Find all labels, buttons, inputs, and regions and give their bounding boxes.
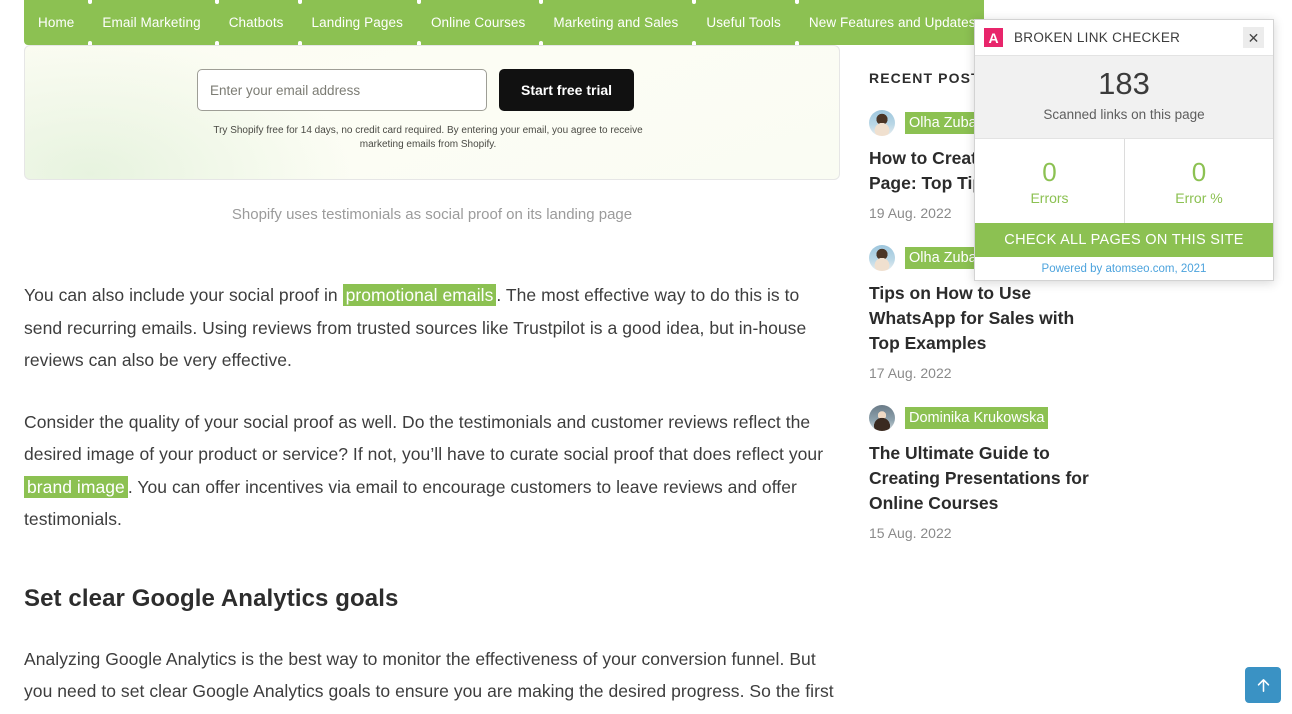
scanned-links-count: 183 (1098, 66, 1150, 101)
broken-link-checker-popup: A BROKEN LINK CHECKER ✕ 183 Scanned link… (974, 19, 1274, 281)
nav-item-useful-tools[interactable]: Useful Tools (692, 0, 795, 45)
scroll-to-top-button[interactable] (1245, 667, 1281, 703)
post-date: 17 Aug. 2022 (869, 365, 952, 381)
arrow-up-icon (1257, 678, 1269, 692)
nav-item-email-marketing[interactable]: Email Marketing (88, 0, 214, 45)
avatar (869, 245, 895, 271)
post-title-link[interactable]: The Ultimate Guide to Creating Presentat… (869, 441, 1109, 516)
stat-label: Error % (1175, 189, 1223, 206)
list-item: Dominika Krukowska The Ultimate Guide to… (869, 405, 1109, 541)
nav-item-online-courses[interactable]: Online Courses (416, 0, 539, 45)
stat-error-percent: 0 Error % (1124, 139, 1273, 223)
close-icon[interactable]: ✕ (1243, 27, 1264, 48)
section-heading-google-analytics-goals: Set clear Google Analytics goals (24, 584, 399, 612)
paragraph-text-a: You can also include your social proof i… (24, 285, 343, 305)
powered-by-link[interactable]: Powered by atomseo.com, 2021 (975, 257, 1273, 280)
main-navigation: Home Email Marketing Chatbots Landing Pa… (24, 0, 984, 45)
banner-caption: Shopify uses testimonials as social proo… (231, 206, 633, 223)
nav-item-new-features-and-updates[interactable]: New Features and Updates (794, 0, 984, 45)
popup-title: BROKEN LINK CHECKER (1014, 30, 1181, 45)
article-main-column: Start free trial Try Shopify free for 14… (24, 45, 840, 714)
post-title-link[interactable]: Tips on How to Use WhatsApp for Sales wi… (869, 281, 1109, 356)
atomseo-logo-icon: A (984, 28, 1003, 47)
nav-item-label: Chatbots (228, 14, 284, 30)
paragraph-google-analytics: Analyzing Google Analytics is the best w… (24, 648, 834, 714)
nav-item-marketing-and-sales[interactable]: Marketing and Sales (539, 0, 692, 45)
post-date: 15 Aug. 2022 (869, 525, 952, 541)
paragraph-text-a: Consider the quality of your social proo… (24, 411, 824, 465)
stat-label: Errors (1030, 189, 1069, 206)
check-all-pages-button[interactable]: CHECK ALL PAGES ON THIS SITE (975, 223, 1273, 257)
nav-item-label: Email Marketing (102, 14, 201, 30)
signup-form: Start free trial (197, 69, 635, 111)
link-brand-image[interactable]: brand image (24, 475, 128, 498)
nav-item-label: New Features and Updates (808, 14, 976, 30)
nav-item-label: Home (38, 14, 75, 30)
stat-errors: 0 Errors (975, 139, 1124, 223)
scanned-links-section: 183 Scanned links on this page (975, 56, 1273, 139)
popup-header: A BROKEN LINK CHECKER ✕ (975, 20, 1273, 56)
stats-row: 0 Errors 0 Error % (975, 139, 1273, 223)
paragraph-text-b: . You can offer incentives via email to … (24, 476, 797, 530)
nav-item-home[interactable]: Home (24, 0, 88, 45)
nav-item-label: Landing Pages (311, 14, 403, 30)
scanned-links-label: Scanned links on this page (1043, 107, 1205, 122)
email-input[interactable] (197, 69, 487, 111)
nav-item-label: Online Courses (430, 14, 526, 30)
post-author-link[interactable]: Dominika Krukowska (905, 407, 1049, 429)
start-free-trial-button[interactable]: Start free trial (499, 69, 635, 111)
post-meta: Dominika Krukowska (869, 405, 1109, 431)
avatar (869, 110, 895, 136)
banner-fineprint: Try Shopify free for 14 days, no credit … (213, 125, 643, 150)
shopify-banner-figure: Start free trial Try Shopify free for 14… (24, 45, 840, 223)
stat-value: 0 (1191, 156, 1207, 187)
nav-item-chatbots[interactable]: Chatbots (214, 0, 298, 45)
paragraph-social-proof-emails: You can also include your social proof i… (24, 279, 840, 377)
nav-item-landing-pages[interactable]: Landing Pages (297, 0, 417, 45)
avatar (869, 405, 895, 431)
stat-value: 0 (1042, 156, 1057, 187)
link-promotional-emails[interactable]: promotional emails (342, 284, 497, 306)
paragraph-social-proof-quality: Consider the quality of your social proo… (24, 406, 840, 536)
page-root: Home Email Marketing Chatbots Landing Pa… (0, 0, 1292, 714)
nav-item-label: Useful Tools (706, 14, 781, 30)
shopify-signup-banner: Start free trial Try Shopify free for 14… (24, 45, 840, 180)
nav-item-label: Marketing and Sales (553, 14, 679, 30)
